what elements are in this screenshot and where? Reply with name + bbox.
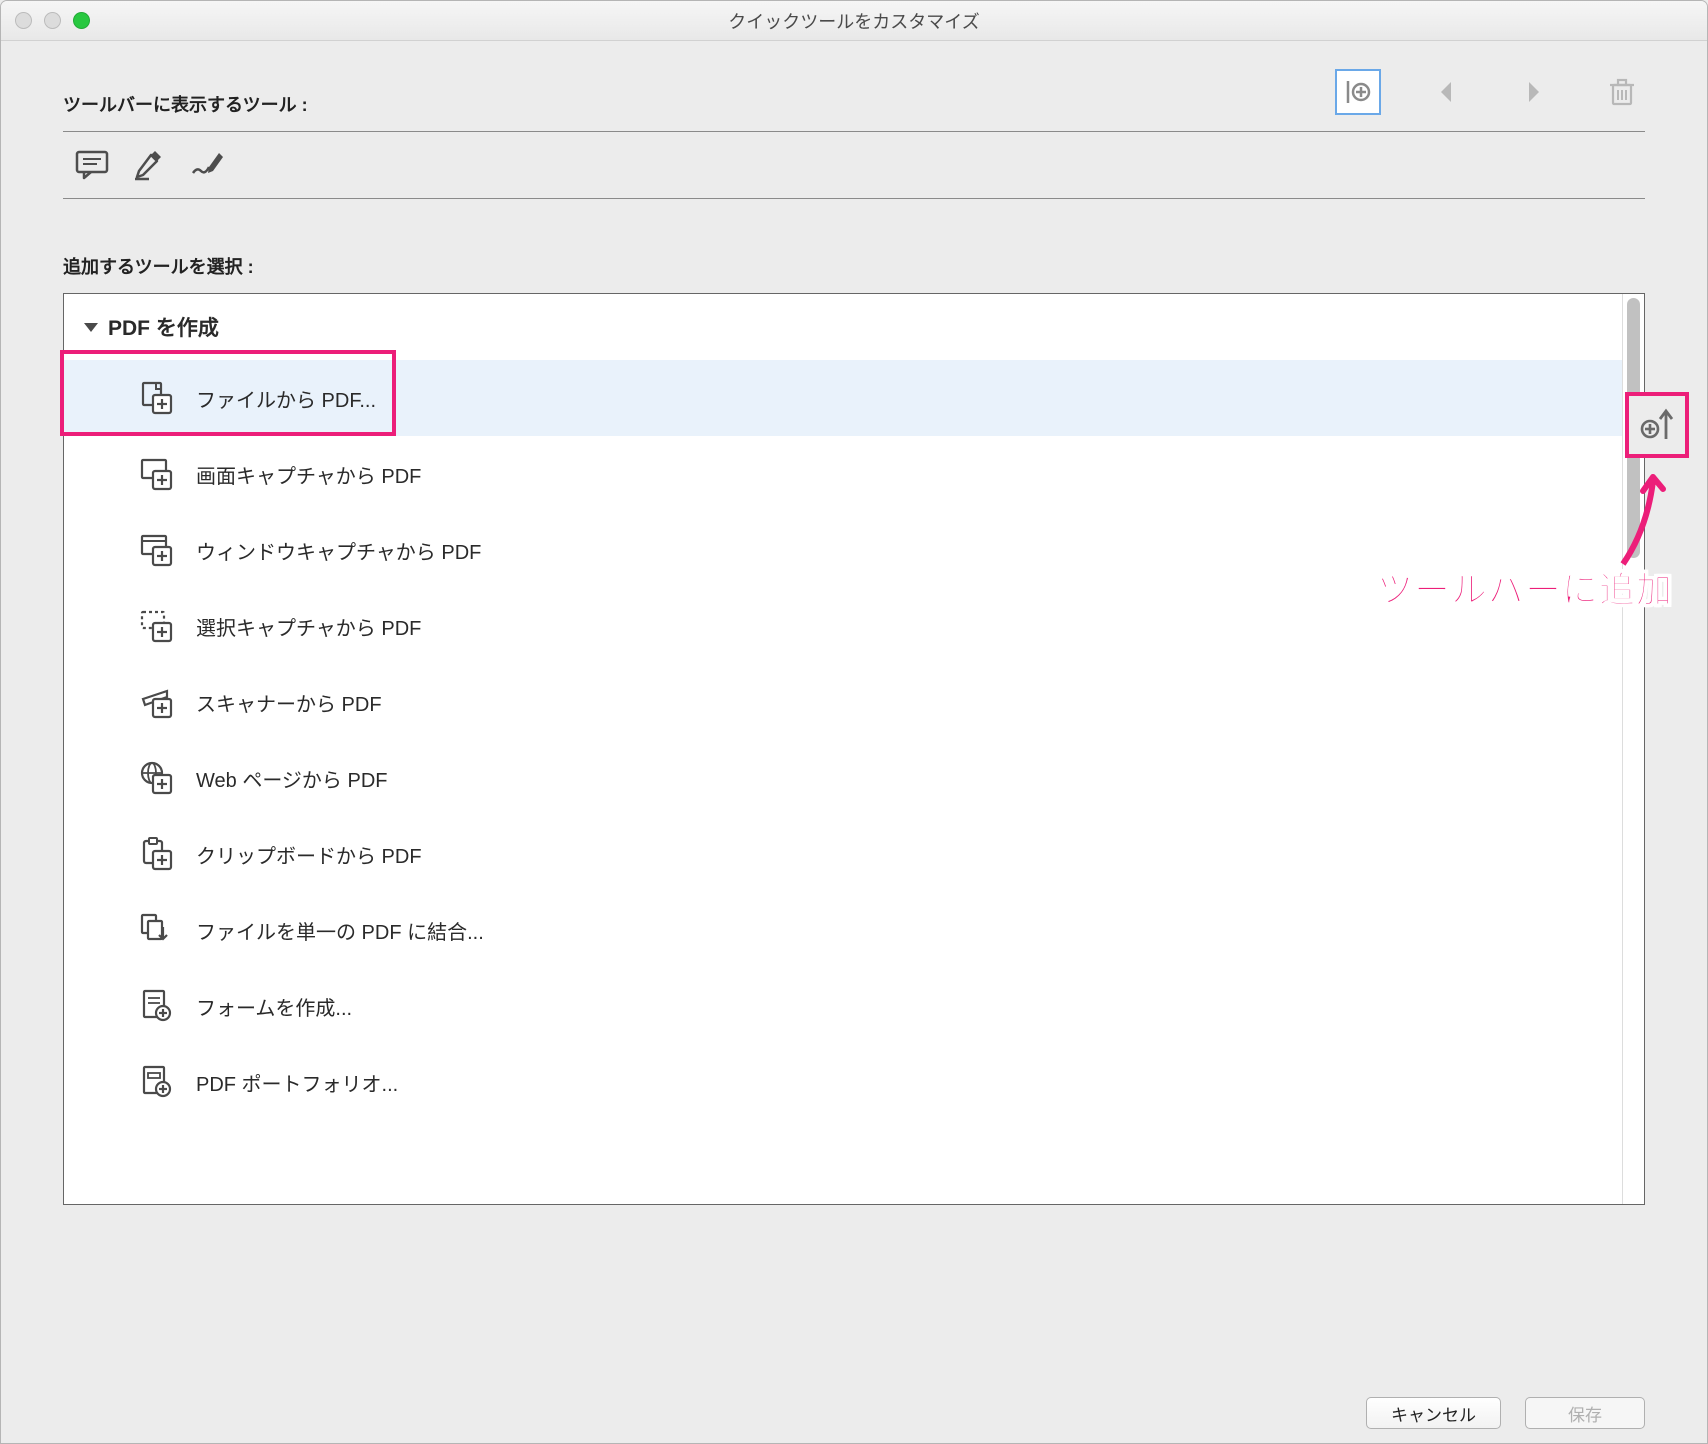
toolbar-display-label: ツールバーに表示するツール : xyxy=(63,91,308,117)
tool-item-screen-capture[interactable]: 画面キャプチャから PDF xyxy=(64,436,1622,512)
choose-section: 追加するツールを選択 : PDF を作成 ファイルから PDF... xyxy=(1,199,1707,1205)
page-plus-icon xyxy=(138,380,174,416)
form-icon xyxy=(138,988,174,1024)
signature-icon[interactable] xyxy=(189,148,227,182)
add-divider-button[interactable] xyxy=(1335,69,1381,115)
screen-capture-icon xyxy=(138,456,174,492)
titlebar: クイックツールをカスタマイズ xyxy=(1,1,1707,41)
close-window-button[interactable] xyxy=(15,12,32,29)
tool-item-label: ウィンドウキャプチャから PDF xyxy=(196,536,481,565)
group-title-label: PDF を作成 xyxy=(108,312,219,342)
tool-item-label: クリップボードから PDF xyxy=(196,840,422,869)
tool-item-portfolio[interactable]: PDF ポートフォリオ... xyxy=(64,1044,1622,1120)
disclosure-triangle-icon xyxy=(84,323,98,332)
combine-icon xyxy=(138,912,174,948)
highlighter-icon[interactable] xyxy=(131,148,169,182)
window-title: クイックツールをカスタマイズ xyxy=(1,8,1707,34)
tool-item-clipboard[interactable]: クリップボードから PDF xyxy=(64,816,1622,892)
window-controls xyxy=(15,12,90,29)
group-header-pdf-create[interactable]: PDF を作成 xyxy=(64,294,1622,360)
window-capture-icon xyxy=(138,532,174,568)
annotation-label: ツールバーに追加 xyxy=(1377,561,1673,613)
maximize-window-button[interactable] xyxy=(73,12,90,29)
move-left-button[interactable] xyxy=(1423,69,1469,115)
tool-item-combine[interactable]: ファイルを単一の PDF に結合... xyxy=(64,892,1622,968)
dialog-footer: キャンセル 保存 xyxy=(1,1383,1707,1443)
tool-list-panel: PDF を作成 ファイルから PDF... 画面キャプチャから PDF xyxy=(63,293,1645,1205)
clipboard-icon xyxy=(138,836,174,872)
tool-item-label: PDF ポートフォリオ... xyxy=(196,1068,398,1097)
tool-item-label: 画面キャプチャから PDF xyxy=(196,460,421,489)
portfolio-icon xyxy=(138,1064,174,1100)
tool-item-web-page[interactable]: Web ページから PDF xyxy=(64,740,1622,816)
tool-item-label: 選択キャプチャから PDF xyxy=(196,612,421,641)
content: ツールバーに表示するツール : xyxy=(1,41,1707,1383)
selection-capture-icon xyxy=(138,608,174,644)
current-toolbar-strip xyxy=(63,131,1645,199)
tool-item-label: ファイルから PDF... xyxy=(196,384,376,413)
web-page-icon xyxy=(138,760,174,796)
dialog-window: クイックツールをカスタマイズ ツールバーに表示するツール : xyxy=(0,0,1708,1444)
tool-list: PDF を作成 ファイルから PDF... 画面キャプチャから PDF xyxy=(64,294,1622,1204)
choose-tool-label: 追加するツールを選択 : xyxy=(63,253,1645,279)
scanner-icon xyxy=(138,684,174,720)
tool-item-label: スキャナーから PDF xyxy=(196,688,382,717)
add-to-toolbar-button[interactable] xyxy=(1625,392,1689,458)
comment-icon[interactable] xyxy=(73,148,111,182)
toolbar-section: ツールバーに表示するツール : xyxy=(1,41,1707,199)
delete-button[interactable] xyxy=(1599,69,1645,115)
tool-item-label: Web ページから PDF xyxy=(196,764,387,793)
tool-item-scanner[interactable]: スキャナーから PDF xyxy=(64,664,1622,740)
move-right-button[interactable] xyxy=(1511,69,1557,115)
save-button[interactable]: 保存 xyxy=(1525,1397,1645,1429)
tool-item-label: フォームを作成... xyxy=(196,992,352,1021)
tool-item-label: ファイルを単一の PDF に結合... xyxy=(196,916,484,945)
minimize-window-button[interactable] xyxy=(44,12,61,29)
tool-item-form[interactable]: フォームを作成... xyxy=(64,968,1622,1044)
tool-item-file-to-pdf[interactable]: ファイルから PDF... xyxy=(64,360,1622,436)
cancel-button[interactable]: キャンセル xyxy=(1366,1397,1501,1429)
toolbar-action-buttons xyxy=(1335,69,1645,127)
